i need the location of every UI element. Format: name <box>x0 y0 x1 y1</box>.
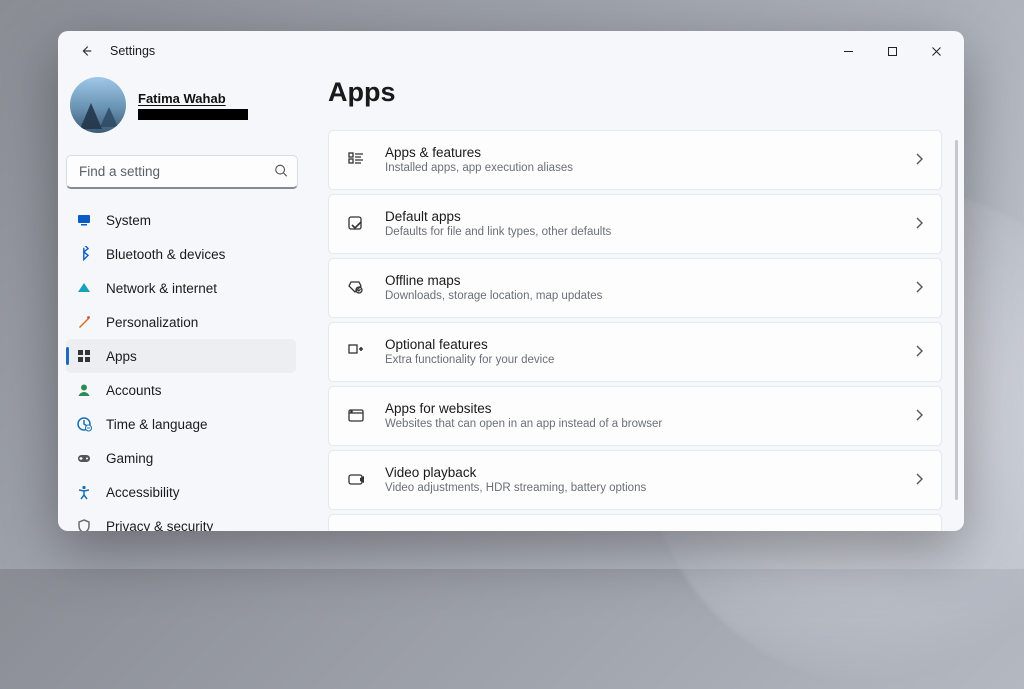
close-icon <box>931 46 942 57</box>
sidebar-item-label: System <box>106 213 151 228</box>
avatar <box>70 77 126 133</box>
accessibility-icon <box>76 484 92 500</box>
card-text: Offline mapsDownloads, storage location,… <box>385 272 897 304</box>
card-subtitle: Video adjustments, HDR streaming, batter… <box>385 481 897 496</box>
sidebar-item-system[interactable]: System <box>66 203 296 237</box>
bluetooth-icon <box>76 246 92 262</box>
minimize-button[interactable] <box>826 36 870 66</box>
gaming-icon <box>76 450 92 466</box>
card-icon <box>345 213 367 235</box>
settings-window: Settings Fatima Wahab <box>58 31 964 531</box>
sidebar-item-time[interactable]: Time & language <box>66 407 296 441</box>
sidebar-item-personalization[interactable]: Personalization <box>66 305 296 339</box>
card-title: Offline maps <box>385 272 897 290</box>
sidebar-item-accounts[interactable]: Accounts <box>66 373 296 407</box>
time-icon <box>76 416 92 432</box>
window-controls <box>826 36 958 66</box>
card-subtitle: Downloads, storage location, map updates <box>385 289 897 304</box>
sidebar-item-accessibility[interactable]: Accessibility <box>66 475 296 509</box>
sidebar: Fatima Wahab System Bluetooth & devices Ne… <box>58 71 306 531</box>
settings-card[interactable]: Apps for websitesWebsites that can open … <box>328 386 942 446</box>
card-icon <box>345 469 367 491</box>
sidebar-item-label: Privacy & security <box>106 519 213 532</box>
settings-card[interactable]: Apps & featuresInstalled apps, app execu… <box>328 130 942 190</box>
privacy-icon <box>76 518 92 531</box>
sidebar-item-privacy[interactable]: Privacy & security <box>66 509 296 531</box>
wifi-icon <box>76 280 92 296</box>
chevron-right-icon <box>915 345 923 360</box>
settings-card[interactable]: Offline mapsDownloads, storage location,… <box>328 258 942 318</box>
nav: System Bluetooth & devices Network & inter… <box>66 203 298 531</box>
back-button[interactable] <box>72 37 100 65</box>
card-icon <box>345 405 367 427</box>
apps-icon <box>76 348 92 364</box>
accounts-icon <box>76 382 92 398</box>
card-subtitle: Installed apps, app execution aliases <box>385 161 897 176</box>
sidebar-item-apps[interactable]: Apps <box>66 339 296 373</box>
card-subtitle: Websites that can open in an app instead… <box>385 417 897 432</box>
minimize-icon <box>843 46 854 57</box>
personalization-icon <box>76 314 92 330</box>
profile-block[interactable]: Fatima Wahab <box>66 71 298 145</box>
profile-email-redacted <box>138 109 248 120</box>
sidebar-item-label: Personalization <box>106 315 198 330</box>
titlebar: Settings <box>58 31 964 71</box>
sidebar-item-label: Gaming <box>106 451 153 466</box>
card-title: Apps for websites <box>385 400 897 418</box>
scrollbar[interactable] <box>955 140 958 500</box>
card-text: Video playbackVideo adjustments, HDR str… <box>385 464 897 496</box>
window-title: Settings <box>110 44 155 58</box>
card-icon <box>345 149 367 171</box>
chevron-right-icon <box>915 281 923 296</box>
cards-list[interactable]: Apps & featuresInstalled apps, app execu… <box>328 130 962 531</box>
chevron-right-icon <box>915 153 923 168</box>
settings-card[interactable]: Optional featuresExtra functionality for… <box>328 322 942 382</box>
card-text: StartupApps that start automatically whe… <box>385 528 897 531</box>
card-text: Default appsDefaults for file and link t… <box>385 208 897 240</box>
settings-card[interactable]: Default appsDefaults for file and link t… <box>328 194 942 254</box>
card-title: Startup <box>385 528 897 531</box>
sidebar-item-bluetooth[interactable]: Bluetooth & devices <box>66 237 296 271</box>
card-text: Optional featuresExtra functionality for… <box>385 336 897 368</box>
sidebar-item-gaming[interactable]: Gaming <box>66 441 296 475</box>
card-title: Default apps <box>385 208 897 226</box>
card-subtitle: Defaults for file and link types, other … <box>385 225 897 240</box>
profile-name: Fatima Wahab <box>138 91 248 106</box>
card-icon <box>345 277 367 299</box>
maximize-icon <box>887 46 898 57</box>
page-title: Apps <box>328 77 962 108</box>
card-text: Apps for websitesWebsites that can open … <box>385 400 897 432</box>
search-input[interactable] <box>66 155 298 189</box>
sidebar-item-label: Accounts <box>106 383 162 398</box>
settings-card[interactable]: StartupApps that start automatically whe… <box>328 514 942 531</box>
card-icon <box>345 341 367 363</box>
content: Apps Apps & featuresInstalled apps, app … <box>306 71 964 531</box>
sidebar-item-label: Bluetooth & devices <box>106 247 225 262</box>
card-title: Video playback <box>385 464 897 482</box>
sidebar-item-label: Time & language <box>106 417 208 432</box>
sidebar-item-label: Apps <box>106 349 137 364</box>
sidebar-item-wifi[interactable]: Network & internet <box>66 271 296 305</box>
card-title: Optional features <box>385 336 897 354</box>
card-title: Apps & features <box>385 144 897 162</box>
chevron-right-icon <box>915 409 923 424</box>
maximize-button[interactable] <box>870 36 914 66</box>
system-icon <box>76 212 92 228</box>
arrow-left-icon <box>79 44 93 58</box>
chevron-right-icon <box>915 217 923 232</box>
sidebar-item-label: Network & internet <box>106 281 217 296</box>
settings-card[interactable]: Video playbackVideo adjustments, HDR str… <box>328 450 942 510</box>
chevron-right-icon <box>915 473 923 488</box>
card-subtitle: Extra functionality for your device <box>385 353 897 368</box>
card-text: Apps & featuresInstalled apps, app execu… <box>385 144 897 176</box>
close-button[interactable] <box>914 36 958 66</box>
sidebar-item-label: Accessibility <box>106 485 180 500</box>
search-wrap <box>66 155 298 189</box>
